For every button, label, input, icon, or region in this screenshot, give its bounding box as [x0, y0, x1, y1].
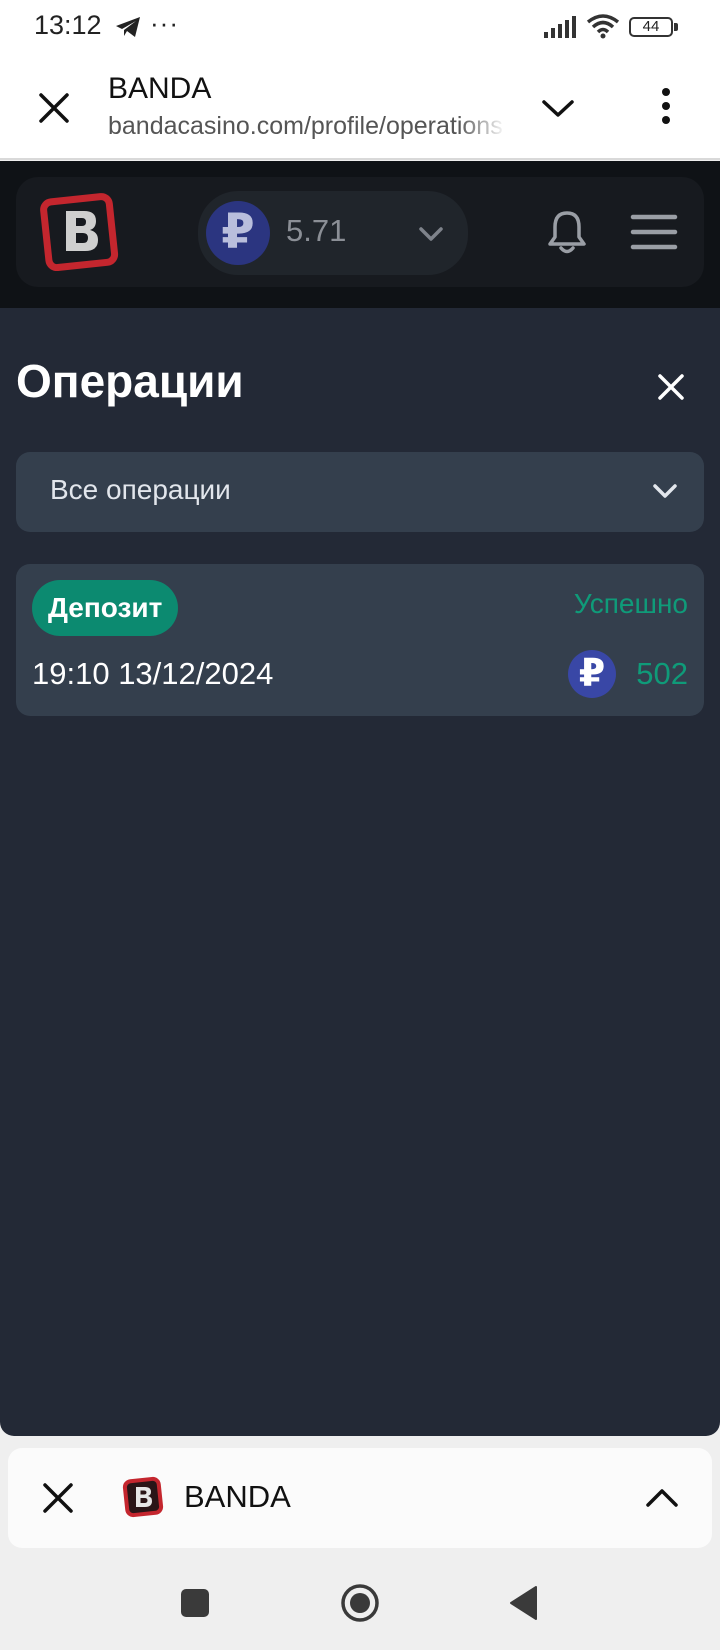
chevron-down-icon	[419, 227, 443, 241]
browser-toolbar: BANDA bandacasino.com/profile/operations	[0, 52, 720, 160]
operation-datetime: 19:10 13/12/2024	[32, 656, 274, 691]
battery-level: 44	[629, 17, 673, 37]
operation-status: Успешно	[573, 588, 688, 619]
banda-favicon	[122, 1476, 164, 1518]
screen: 13:12 ··· 44 BANDA bandacasino.com/profi…	[0, 0, 720, 1650]
site-header-bar: ₽ 5.71	[16, 177, 704, 287]
operation-item[interactable]: Депозит Успешно 19:10 13/12/2024 ₽ 502	[16, 564, 704, 716]
minimized-tab-bar[interactable]: BANDA	[8, 1448, 712, 1548]
ruble-icon: ₽	[206, 201, 270, 265]
hamburger-menu-icon[interactable]	[630, 213, 678, 251]
status-bar: 13:12 ··· 44	[0, 0, 720, 52]
ruble-icon: ₽	[568, 650, 616, 698]
signal-icon	[544, 16, 576, 38]
wifi-icon	[586, 14, 620, 39]
status-time: 13:12	[34, 10, 102, 40]
chevron-up-icon[interactable]	[644, 1480, 680, 1516]
chevron-down-icon	[653, 484, 677, 498]
banda-logo[interactable]	[40, 191, 120, 271]
balance-selector[interactable]: ₽ 5.71	[198, 191, 468, 275]
tab-title: BANDA	[184, 1479, 291, 1514]
battery-icon: 44	[629, 15, 679, 39]
home-button[interactable]	[340, 1583, 380, 1623]
back-button[interactable]	[508, 1585, 538, 1621]
bell-icon[interactable]	[546, 209, 588, 255]
more-notifications-icon: ···	[150, 8, 179, 38]
browser-page-title: BANDA	[108, 72, 212, 105]
close-icon[interactable]	[656, 372, 686, 402]
browser-url[interactable]: bandacasino.com/profile/operations	[108, 112, 506, 141]
chevron-down-icon[interactable]	[538, 88, 578, 128]
system-nav-bar	[0, 1560, 720, 1650]
operation-type-badge: Депозит	[32, 580, 179, 636]
operations-panel: Операции Все операции Депозит Успешно 19…	[0, 308, 720, 1436]
recents-button[interactable]	[181, 1589, 209, 1617]
more-vert-icon[interactable]	[646, 84, 686, 128]
site-header: ₽ 5.71	[0, 161, 720, 308]
telegram-icon	[116, 17, 140, 37]
page-title: Операции	[16, 355, 244, 407]
balance-amount: 5.71	[286, 213, 347, 248]
close-icon[interactable]	[40, 1480, 76, 1516]
operations-filter-select[interactable]: Все операции	[16, 452, 704, 532]
filter-selected-value: Все операции	[50, 474, 231, 505]
close-icon[interactable]	[34, 88, 74, 128]
operation-amount: 502	[636, 656, 688, 691]
